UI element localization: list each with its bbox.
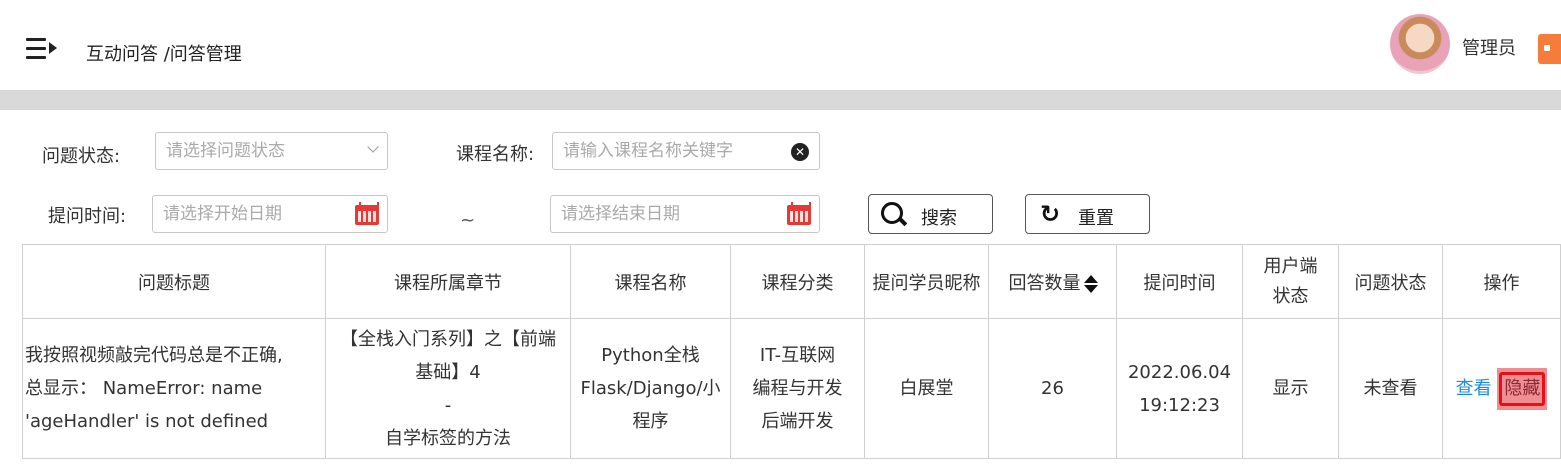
title-line: 总显示： NameError: name: [25, 378, 263, 399]
chapter-line: 基础】4: [415, 361, 481, 383]
course-search-input[interactable]: 请输入课程名称关键字 ✕: [552, 132, 820, 170]
cell-title: 我按照视频敲完代码总是不正确, 总显示： NameError: name 'ag…: [22, 318, 326, 459]
col-header-time: 提问时间: [1116, 244, 1243, 319]
category-line: 编程与开发: [752, 378, 843, 399]
course-line: Python全栈: [601, 345, 700, 366]
cell-answers: 26: [988, 318, 1117, 459]
col-header-answers-label: 回答数量: [1008, 272, 1081, 294]
cell-student: 白展堂: [864, 318, 989, 459]
side-tab-icon[interactable]: [1538, 34, 1561, 64]
category-line: IT-互联网: [759, 345, 836, 366]
status-select-placeholder: 请选择问题状态: [166, 141, 285, 161]
cell-time: 2022.06.04 19:12:23: [1116, 318, 1243, 459]
col-header-category: 课程分类: [730, 244, 865, 319]
breadcrumb: 互动问答 /问答管理: [86, 44, 242, 65]
category-line: 后端开发: [761, 411, 834, 432]
cell-question-status: 未查看: [1338, 318, 1443, 459]
questions-table: 问题标题 课程所属章节 课程名称 课程分类 提问学员昵称 回答数量 提问时间 用…: [22, 244, 1561, 459]
chapter-line: -: [444, 394, 452, 416]
calendar-icon[interactable]: [787, 202, 811, 225]
time-line: 2022.06.04: [1127, 361, 1232, 383]
table-header-row: 问题标题 课程所属章节 课程名称 课程分类 提问学员昵称 回答数量 提问时间 用…: [22, 244, 1561, 319]
status-filter-label: 问题状态:: [42, 146, 121, 167]
sort-icon[interactable]: [1083, 274, 1098, 293]
page: 互动问答 /问答管理 管理员 问题状态: 请选择问题状态 课程名称: 请输入课程…: [0, 0, 1561, 473]
divider-bar: [0, 90, 1561, 110]
course-filter-label: 课程名称:: [456, 144, 535, 165]
cell-category: IT-互联网 编程与开发 后端开发: [730, 318, 865, 459]
avatar[interactable]: [1390, 14, 1450, 74]
end-date-input[interactable]: 请选择结束日期: [550, 195, 820, 233]
course-input-placeholder: 请输入课程名称关键字: [563, 141, 733, 161]
view-link[interactable]: 查看: [1456, 378, 1492, 399]
top-bar: 互动问答 /问答管理 管理员: [0, 12, 1561, 90]
menu-toggle-icon[interactable]: [26, 36, 60, 62]
col-header-student: 提问学员昵称: [864, 244, 989, 319]
col-header-actions: 操作: [1442, 244, 1561, 319]
search-icon: [881, 202, 903, 224]
date-range-separator: ~: [460, 210, 476, 231]
course-line: Flask/Django/小: [580, 378, 721, 399]
status-select[interactable]: 请选择问题状态: [155, 132, 388, 170]
admin-name[interactable]: 管理员: [1462, 34, 1516, 60]
title-line: 'ageHandler' is not defined: [25, 411, 269, 432]
end-date-placeholder: 请选择结束日期: [561, 204, 680, 224]
hide-link[interactable]: 隐藏: [1499, 371, 1546, 406]
col-header-course: 课程名称: [570, 244, 731, 319]
refresh-icon: ↻: [1040, 200, 1061, 228]
hide-highlight: 隐藏: [1497, 367, 1548, 410]
chapter-line: 【全栈入门系列】之【前端: [340, 328, 556, 350]
chevron-down-icon: [367, 141, 379, 153]
cell-actions: 查看 隐藏: [1442, 318, 1561, 459]
time-line: 19:12:23: [1139, 394, 1220, 416]
col-header-chapter: 课程所属章节: [325, 244, 571, 319]
start-date-input[interactable]: 请选择开始日期: [152, 195, 388, 233]
start-date-placeholder: 请选择开始日期: [163, 204, 282, 224]
course-line: 程序: [632, 411, 669, 432]
cell-client-status: 显示: [1242, 318, 1339, 459]
time-filter-label: 提问时间:: [48, 206, 127, 227]
cell-chapter: 【全栈入门系列】之【前端 基础】4 - 自学标签的方法: [325, 318, 571, 459]
main-content: 问题状态: 请选择问题状态 课程名称: 请输入课程名称关键字 ✕ 提问时间: 请…: [10, 110, 1561, 473]
cell-course: Python全栈 Flask/Django/小 程序: [570, 318, 731, 459]
search-button[interactable]: 搜索: [868, 194, 993, 234]
col-header-question-status: 问题状态: [1338, 244, 1443, 319]
table-row: 我按照视频敲完代码总是不正确, 总显示： NameError: name 'ag…: [22, 318, 1561, 459]
col-header-client-status: 用户端状态: [1242, 244, 1339, 319]
col-header-title: 问题标题: [22, 244, 326, 319]
col-header-answers[interactable]: 回答数量: [988, 244, 1117, 319]
title-line: 我按照视频敲完代码总是不正确,: [25, 345, 283, 366]
search-button-label: 搜索: [921, 208, 957, 229]
reset-button[interactable]: ↻ 重置: [1025, 194, 1150, 234]
reset-button-label: 重置: [1078, 208, 1114, 229]
chapter-line: 自学标签的方法: [385, 427, 511, 449]
clear-icon[interactable]: ✕: [791, 143, 809, 161]
calendar-icon[interactable]: [355, 202, 379, 225]
